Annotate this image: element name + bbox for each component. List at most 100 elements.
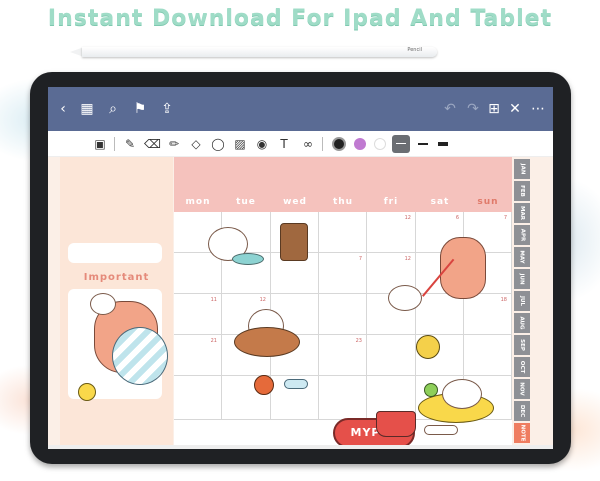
calendar-day-cell[interactable] [416, 294, 464, 335]
tablet-screen: ‹ ▦ ⌕ ⚑ ⇪ ↶ ↷ ⊞ ✕ ⋯ ▣ ✎ ⌫ ✏ ◇ ◯ ▨ ◉ T ∞ [48, 87, 553, 449]
document-icon[interactable]: ▣ [92, 136, 108, 152]
month-tab-jun[interactable]: JUN [514, 269, 530, 290]
month-tab-label: NOTE [519, 424, 526, 442]
back-icon[interactable]: ‹ [54, 100, 72, 118]
eraser-icon[interactable]: ⌫ [144, 136, 161, 152]
toolbar-divider [322, 137, 323, 151]
tablet-device: ‹ ▦ ⌕ ⚑ ⇪ ↶ ↷ ⊞ ✕ ⋯ ▣ ✎ ⌫ ✏ ◇ ◯ ▨ ◉ T ∞ [30, 72, 571, 464]
close-icon[interactable]: ✕ [506, 100, 524, 118]
apple-pencil-image: Pencil [70, 44, 440, 60]
puppy-float-sticker [442, 379, 482, 409]
weekday-sun: sun [477, 197, 499, 207]
day-number: 12 [404, 256, 411, 262]
pen-icon[interactable]: ✎ [122, 136, 138, 152]
month-tab-label: SEP [519, 339, 525, 351]
day-number: 21 [210, 338, 217, 344]
month-tab-aug[interactable]: AUG [514, 313, 530, 334]
duck-sticker [78, 383, 96, 401]
month-tab-jan[interactable]: JAN [514, 159, 530, 180]
undo-icon[interactable]: ↶ [441, 100, 459, 118]
month-tab-note[interactable]: NOTE [514, 423, 530, 444]
color-swatch-white[interactable] [374, 138, 386, 150]
add-page-icon[interactable]: ⊞ [485, 100, 503, 118]
stroke-width-thick[interactable] [438, 142, 448, 146]
month-tab-apr[interactable]: APR [514, 225, 530, 246]
month-tab-may[interactable]: MAY [514, 247, 530, 268]
month-tab-nov[interactable]: NOV [514, 379, 530, 400]
search-icon[interactable]: ⌕ [104, 100, 122, 118]
month-tabs: JAN FEB MAR APR MAY JUN JUL AUG SEP OCT NOV DEC NOTE [514, 159, 530, 447]
day-number: 12 [404, 215, 411, 221]
dog-food-bag-sticker [280, 223, 308, 261]
text-icon[interactable]: T [276, 136, 292, 152]
calendar-day-cell[interactable]: 23 [319, 335, 367, 376]
month-tab-jul[interactable]: JUL [514, 291, 530, 312]
paw-print-sticker [416, 335, 440, 359]
month-tab-oct[interactable]: OCT [514, 357, 530, 378]
stroke-width-selected[interactable] [392, 135, 410, 153]
highlighter-icon[interactable]: ✏ [166, 136, 182, 152]
share-icon[interactable]: ⇪ [158, 100, 176, 118]
bone-white-sticker [424, 425, 458, 435]
weekday-tue: tue [236, 197, 256, 207]
promo-headline: Instant Download For Ipad And Tablet [47, 6, 553, 31]
month-tab-label: OCT [519, 360, 525, 374]
puppy-on-leash-sticker [388, 285, 422, 311]
calendar-day-cell[interactable]: 18 [464, 294, 512, 335]
day-number: 18 [500, 297, 507, 303]
calendar-day-cell[interactable]: 7 [319, 253, 367, 294]
app-top-bar: ‹ ▦ ⌕ ⚑ ⇪ ↶ ↷ ⊞ ✕ ⋯ [48, 87, 553, 131]
important-heading: Important [83, 272, 150, 283]
shapes-icon[interactable]: ◇ [188, 136, 204, 152]
calendar-day-cell[interactable]: 12 [367, 212, 416, 253]
calendar-day-cell[interactable] [464, 335, 512, 376]
weekday-sat: sat [430, 197, 450, 207]
calendar-day-cell[interactable] [319, 376, 367, 420]
calendar-day-cell[interactable] [319, 212, 367, 253]
notes-box[interactable] [68, 243, 162, 263]
puppy-riding-sticker [90, 293, 116, 315]
month-tab-label: JUN [519, 273, 525, 285]
calendar-day-cell[interactable] [367, 335, 416, 376]
screen-bottom-edge [48, 445, 553, 449]
dog-bed-sticker [234, 327, 300, 357]
calendar-day-cell[interactable]: 11 [174, 294, 222, 335]
tennis-ball-sticker [424, 383, 438, 397]
weekday-thu: thu [332, 197, 354, 207]
color-swatch-purple[interactable] [354, 138, 366, 150]
month-tab-label: APR [519, 228, 525, 242]
calendar-day-cell[interactable] [174, 376, 222, 420]
lasso-icon[interactable]: ◯ [210, 136, 226, 152]
more-icon[interactable]: ⋯ [529, 100, 547, 118]
image-icon[interactable]: ▨ [232, 136, 248, 152]
link-icon[interactable]: ∞ [300, 136, 316, 152]
planner-page: Important mon tue wed thu fri sat sun 12… [48, 157, 553, 449]
month-tab-label: AUG [518, 316, 525, 330]
month-tab-sep[interactable]: SEP [514, 335, 530, 356]
toolbar-divider [114, 137, 115, 151]
month-tab-dec[interactable]: DEC [514, 401, 530, 422]
weekday-wed: wed [283, 197, 307, 207]
weekday-mon: mon [185, 197, 211, 207]
calendar-day-cell[interactable] [319, 294, 367, 335]
drawing-toolbar: ▣ ✎ ⌫ ✏ ◇ ◯ ▨ ◉ T ∞ [48, 131, 553, 157]
color-swatch-black[interactable] [332, 137, 346, 151]
pillow-sticker [112, 327, 168, 385]
grid-icon[interactable]: ▦ [78, 100, 96, 118]
month-tab-feb[interactable]: FEB [514, 181, 530, 202]
stroke-width-medium[interactable] [418, 143, 428, 145]
weekday-fri: fri [383, 197, 399, 207]
day-number: 7 [358, 256, 362, 262]
day-number: 12 [259, 297, 266, 303]
month-tab-label: JAN [519, 163, 525, 175]
bone-blue-sticker [284, 379, 308, 389]
calendar-day-cell[interactable]: 21 [174, 335, 222, 376]
pencil-body [82, 47, 437, 57]
month-tab-label: JUL [519, 295, 525, 307]
camera-icon[interactable]: ◉ [254, 136, 270, 152]
bookmark-icon[interactable]: ⚑ [131, 100, 149, 118]
redo-icon[interactable]: ↷ [464, 100, 482, 118]
food-bowl-sticker [376, 411, 416, 437]
month-tab-mar[interactable]: MAR [514, 203, 530, 224]
puppy-bowl-sticker [208, 227, 266, 269]
